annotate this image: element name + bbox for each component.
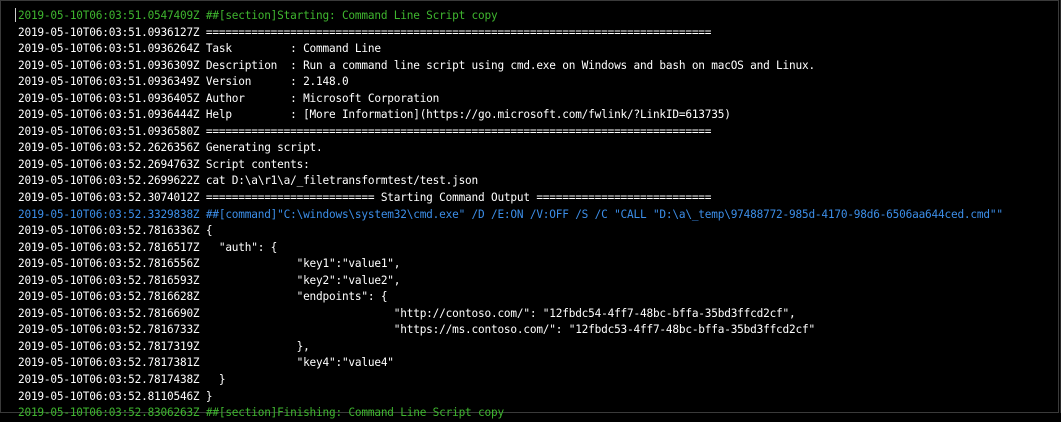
log-line-help: 2019-05-10T06:03:51.0936444Z Help : [Mor… [18, 108, 731, 122]
log-line: 2019-05-10T06:03:52.2626356Z Generating … [18, 141, 323, 155]
log-line: 2019-05-10T06:03:52.8306263Z ##[section]… [18, 406, 504, 420]
log-line: 2019-05-10T06:03:52.7817381Z "key4":"val… [18, 356, 394, 370]
log-line: 2019-05-10T06:03:52.7816517Z "auth": { [18, 240, 278, 254]
log-line: 2019-05-10T06:03:51.0936349Z Version : 2… [18, 75, 349, 89]
log-line: 2019-05-10T06:03:52.7817319Z }, [18, 339, 310, 353]
log-line: 2019-05-10T06:03:52.7816336Z { [18, 224, 213, 238]
log-line: 2019-05-10T06:03:52.8110546Z } [18, 389, 213, 403]
log-console[interactable]: 2019-05-10T06:03:51.0547409Z ##[section]… [0, 0, 1059, 419]
log-line: 2019-05-10T06:03:52.7816690Z "http://con… [18, 306, 796, 320]
log-line: 2019-05-10T06:03:51.0936580Z ===========… [18, 124, 712, 138]
log-line: 2019-05-10T06:03:52.7816628Z "endpoints"… [18, 290, 388, 304]
log-line: 2019-05-10T06:03:51.0936264Z Task : Comm… [18, 42, 381, 56]
log-line: 2019-05-10T06:03:52.7816593Z "key2":"val… [18, 273, 401, 287]
log-line: 2019-05-10T06:03:52.2694763Z Script cont… [18, 157, 310, 171]
log-line: 2019-05-10T06:03:52.7816733Z "https://ms… [18, 323, 815, 337]
log-line: 2019-05-10T06:03:51.0936405Z Author : Mi… [18, 91, 440, 105]
log-line: 2019-05-10T06:03:51.0936127Z ===========… [18, 25, 712, 39]
log-line-command: 2019-05-10T06:03:52.3329838Z ##[command]… [18, 207, 1003, 221]
log-line: 2019-05-10T06:03:52.7816556Z "key1":"val… [18, 257, 401, 271]
log-line: 2019-05-10T06:03:51.0936309Z Description… [18, 58, 815, 72]
log-line: 2019-05-10T06:03:52.3074012Z ===========… [18, 191, 712, 205]
log-line: 2019-05-10T06:03:52.7817438Z } [18, 373, 226, 387]
log-line: 2019-05-10T06:03:51.0547409Z ##[section]… [18, 9, 498, 22]
text-cursor [15, 8, 16, 22]
log-line: 2019-05-10T06:03:52.2699622Z cat D:\a\r1… [18, 174, 479, 188]
